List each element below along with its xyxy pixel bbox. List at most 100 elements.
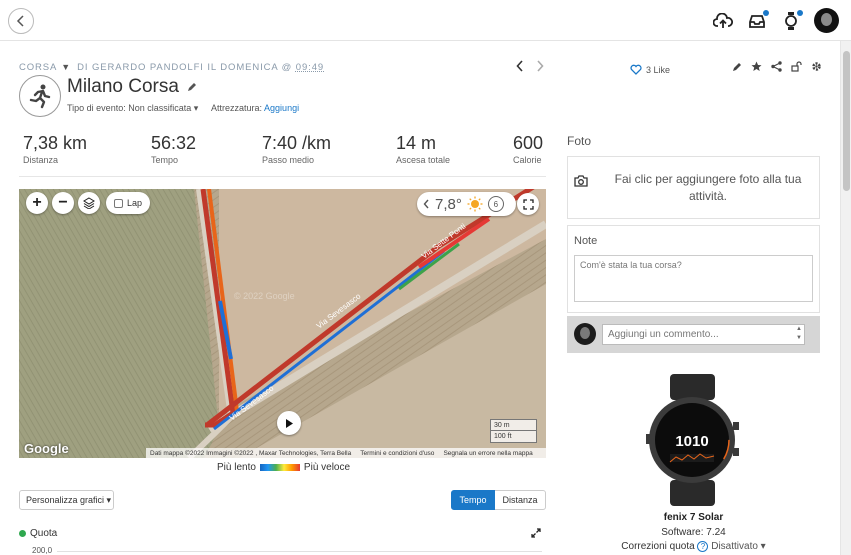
previous-activity-icon[interactable]: [516, 60, 524, 72]
comment-scroll-arrows[interactable]: ▲ ▼: [794, 325, 804, 344]
divider: [19, 176, 546, 177]
device-watch-image: 1010: [646, 374, 739, 506]
lap-label: Lap: [127, 198, 143, 208]
stat-calories: 600 Calorie: [513, 133, 544, 165]
activity-author: DI GERARDO PANDOLFI IL DOMENICA @: [77, 62, 293, 73]
notes-panel: Note Com'è stata la tua corsa?: [567, 225, 820, 313]
stat-time: 56:32 Tempo: [151, 133, 197, 165]
pace-gradient: [259, 464, 300, 471]
map-watermark: © 2022 Google: [234, 291, 295, 301]
page-scrollbar[interactable]: [840, 41, 851, 555]
notification-dot: [763, 9, 769, 16]
device-name[interactable]: fenix 7 Solar: [567, 512, 820, 523]
layers-icon: [83, 197, 95, 209]
notes-title: Note: [574, 235, 598, 247]
help-icon[interactable]: ?: [697, 541, 709, 552]
expand-chart-icon[interactable]: [531, 528, 541, 538]
gridline: [57, 551, 542, 552]
legend-fast: Più veloce: [303, 462, 351, 473]
play-icon: [286, 418, 293, 428]
like-button[interactable]: 3 Like: [630, 64, 670, 75]
page-title: Milano Corsa: [67, 76, 197, 98]
unlock-icon[interactable]: [791, 61, 802, 72]
stat-elevation-gain: 14 m Ascesa totale: [396, 133, 451, 165]
edit-pencil-icon[interactable]: [732, 62, 742, 72]
avatar: [574, 323, 596, 345]
activity-actions: [732, 61, 822, 72]
google-logo: Google: [24, 441, 69, 456]
quota-label: Quota: [30, 528, 58, 539]
toggle-distance[interactable]: Distanza: [495, 490, 546, 510]
chevron-left-icon: [16, 15, 24, 27]
event-type-select[interactable]: Tipo di evento: Non classificata ▾: [67, 103, 198, 114]
top-bar: [0, 0, 851, 41]
equipment-add-link[interactable]: Aggiungi: [264, 103, 299, 113]
stat-avg-pace: 7:40 /km Passo medio: [262, 133, 332, 165]
fullscreen-button[interactable]: [517, 193, 539, 215]
running-activity-icon: [19, 75, 61, 117]
device-watch-icon[interactable]: [780, 9, 803, 33]
temperature: 7,8°: [435, 195, 462, 213]
lap-toggle[interactable]: Lap: [106, 192, 151, 214]
activity-time: 09:49: [295, 62, 325, 73]
notes-textarea[interactable]: Com'è stata la tua corsa?: [574, 255, 813, 302]
add-photo-prompt: Fai clic per aggiungere foto alla tua at…: [614, 172, 802, 203]
customize-charts-dropdown[interactable]: Personalizza grafici ▾: [19, 490, 114, 510]
weather-widget[interactable]: 7,8° 6: [417, 192, 516, 216]
pace-legend: Più lento Più veloce: [217, 462, 350, 473]
activity-nav: [516, 60, 544, 72]
route-map[interactable]: Via Sevesasco Via Sevesasco Via Sette Po…: [19, 189, 546, 458]
wind-speed: 6: [487, 196, 504, 212]
expand-icon: [522, 198, 534, 210]
comment-input[interactable]: Aggiungi un commento...: [602, 324, 805, 345]
photos-title: Foto: [567, 134, 592, 148]
lap-checkbox[interactable]: [114, 198, 123, 208]
camera-icon: [574, 175, 588, 187]
map-terms-link[interactable]: Termini e condizioni d'uso: [360, 450, 434, 457]
chevron-left-icon[interactable]: [423, 199, 430, 209]
user-avatar[interactable]: [814, 8, 839, 33]
map-scale: 30 m 100 ft: [490, 419, 537, 443]
add-photo-area[interactable]: Fai clic per aggiungere foto alla tua at…: [567, 156, 820, 219]
activity-stats: 7,38 km Distanza 56:32 Tempo 7:40 /km Passo…: [19, 133, 545, 169]
equipment-label: Attrezzatura:: [211, 103, 263, 113]
top-icons: [712, 8, 839, 33]
map-report-link[interactable]: Segnala un errore nella mappa: [443, 450, 532, 457]
inbox-icon[interactable]: [746, 9, 769, 33]
layers-button[interactable]: [78, 192, 100, 214]
next-activity-icon[interactable]: [536, 60, 544, 72]
legend-slow: Più lento: [217, 462, 256, 473]
caret-down-icon[interactable]: ▼: [61, 62, 71, 72]
breadcrumb: CORSA ▼ DI GERARDO PANDOLFI IL DOMENICA @ …: [19, 62, 324, 73]
star-icon[interactable]: [751, 61, 762, 72]
heart-icon: [630, 64, 642, 75]
share-icon[interactable]: [771, 61, 782, 72]
scrollbar-thumb[interactable]: [843, 51, 850, 191]
series-color-dot: [19, 530, 26, 537]
back-button[interactable]: [8, 8, 34, 34]
gear-icon[interactable]: [811, 61, 822, 72]
edit-pencil-icon[interactable]: [187, 82, 197, 92]
map-data-credit: Dati mappa ©2022 Immagini ©2022 , Maxar …: [150, 449, 352, 457]
activity-type-label[interactable]: CORSA: [19, 62, 57, 73]
y-axis-tick: 200,0: [32, 546, 53, 555]
upload-cloud-icon[interactable]: [712, 9, 734, 33]
map-attribution: Dati mappa ©2022 Immagini ©2022 , Maxar …: [146, 448, 546, 458]
sun-icon: [467, 196, 483, 212]
corrections-dropdown[interactable]: Disattivato ▾: [711, 541, 765, 552]
zoom-out-button[interactable]: −: [52, 192, 74, 214]
activity-title[interactable]: Milano Corsa: [67, 76, 179, 97]
comment-bar: Aggiungi un commento... ▲ ▼: [567, 316, 820, 353]
like-count: 3 Like: [646, 64, 671, 75]
play-route-button[interactable]: [277, 411, 301, 435]
stat-distance: 7,38 km Distanza: [23, 133, 88, 165]
elevation-chart-title: Quota: [19, 528, 57, 539]
elevation-corrections: Correzioni quota ? Disattivato ▾: [567, 541, 820, 552]
zoom-in-button[interactable]: +: [26, 192, 48, 214]
notification-dot: [797, 9, 803, 16]
corrections-label: Correzioni quota: [621, 541, 695, 552]
device-software: Software: 7.24: [661, 527, 726, 538]
toggle-time[interactable]: Tempo: [451, 490, 495, 510]
equipment: Attrezzatura: Aggiungi: [211, 103, 299, 113]
chart-axis-toggle: Tempo Distanza: [451, 490, 546, 510]
